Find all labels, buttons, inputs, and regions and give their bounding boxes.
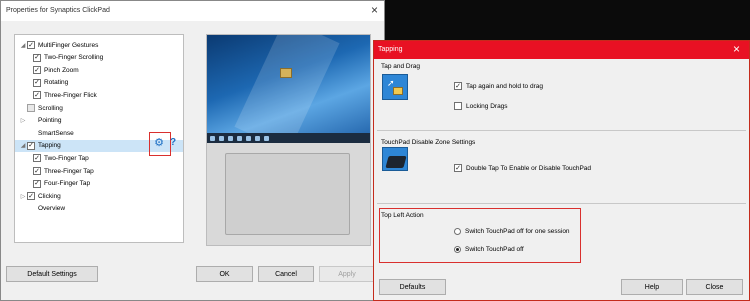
disable-zone-heading: TouchPad Disable Zone Settings xyxy=(381,139,476,146)
tree-item[interactable]: ✓ Pinch Zoom xyxy=(15,64,79,76)
apply-button[interactable]: Apply xyxy=(319,266,375,282)
switch-off-session-radio[interactable] xyxy=(454,228,461,235)
folder-icon xyxy=(280,68,292,78)
synaptics-properties-dialog: Properties for Synaptics ClickPad × ◢ ✓ Mu… xyxy=(0,0,385,301)
locking-drags-option[interactable]: Locking Drags xyxy=(454,102,508,110)
tree-item-label: Four-Finger Tap xyxy=(44,180,91,188)
divider xyxy=(377,130,746,131)
tree-item[interactable]: ✓ Two-Finger Tap xyxy=(15,152,89,164)
tree-item-checkbox[interactable] xyxy=(27,104,35,112)
tree-item-label: Rotating xyxy=(44,79,69,87)
switch-off-option[interactable]: Switch TouchPad off xyxy=(454,246,524,253)
touchpad-preview xyxy=(206,34,371,246)
dialog-title-bar: Properties for Synaptics ClickPad × xyxy=(1,1,384,21)
tree-item[interactable]: ✓ Four-Finger Tap xyxy=(15,178,90,190)
help-icon[interactable]: ? xyxy=(170,137,180,149)
tree-item-label: Pointing xyxy=(38,117,62,125)
tap-and-drag-heading: Tap and Drag xyxy=(381,63,421,70)
defaults-button[interactable]: Defaults xyxy=(379,279,446,295)
tree-item-label: Pinch Zoom xyxy=(44,66,79,74)
tree-item-checkbox[interactable]: ✓ xyxy=(33,167,41,175)
close-icon[interactable]: × xyxy=(733,42,740,56)
tree-item-checkbox[interactable]: ✓ xyxy=(27,141,35,150)
tap-hold-drag-label: Tap again and hold to drag xyxy=(466,82,543,90)
tap-hold-drag-option[interactable]: ✓ Tap again and hold to drag xyxy=(454,82,543,90)
dialog-title: Properties for Synaptics ClickPad xyxy=(6,7,110,14)
tree-item-checkbox[interactable]: ✓ xyxy=(33,179,41,188)
tap-drag-illustration: ➚ xyxy=(382,74,408,100)
close-button[interactable]: Close xyxy=(686,279,743,295)
gear-icon[interactable]: ⚙ xyxy=(153,137,165,149)
double-tap-checkbox[interactable]: ✓ xyxy=(454,164,462,172)
tapping-title: Tapping xyxy=(378,46,403,53)
touchpad-illustration xyxy=(382,147,408,171)
tree-item[interactable]: Scrolling xyxy=(15,102,63,114)
tree-item-label: Overview xyxy=(38,205,66,213)
touchpad-surface-image xyxy=(225,153,350,235)
expand-arrow-icon[interactable]: ▷ xyxy=(19,117,27,124)
locking-drags-label: Locking Drags xyxy=(466,102,508,110)
tree-item[interactable]: ✓ Three-Finger Flick xyxy=(15,89,97,101)
tree-item-label: Scrolling xyxy=(38,104,63,112)
tree-item-label: Three-Finger Flick xyxy=(44,91,97,99)
tree-item-checkbox[interactable]: ✓ xyxy=(27,41,35,49)
switch-off-session-option[interactable]: Switch TouchPad off for one session xyxy=(454,228,570,235)
tree-item[interactable]: ▷ ✓ Clicking xyxy=(15,190,61,202)
switch-off-radio[interactable] xyxy=(454,246,461,253)
tree-item-checkbox[interactable]: ✓ xyxy=(33,78,41,87)
tree-item-label: MultiFinger Gestures xyxy=(38,41,99,49)
switch-off-label: Switch TouchPad off xyxy=(465,246,524,253)
double-tap-option[interactable]: ✓ Double Tap To Enable or Disable TouchP… xyxy=(454,164,591,172)
tree-item-label: Two-Finger Tap xyxy=(44,154,89,162)
tree-item-label: SmartSense xyxy=(38,129,74,137)
tree-item-checkbox[interactable]: ✓ xyxy=(33,66,41,75)
tree-item-label: Two-Finger Scrolling xyxy=(44,54,104,62)
tree-item-checkbox[interactable]: ✓ xyxy=(33,91,41,100)
tree-item-label: Clicking xyxy=(38,192,61,200)
tree-item-checkbox[interactable]: ✓ xyxy=(27,192,35,201)
tree-item[interactable]: ✓ Two-Finger Scrolling xyxy=(15,52,103,64)
tree-item-checkbox[interactable]: ✓ xyxy=(33,154,41,163)
tree-item[interactable]: ✓ Three-Finger Tap xyxy=(15,165,94,177)
tree-item[interactable]: Overview xyxy=(15,203,65,215)
tree-item[interactable]: ▷ Pointing xyxy=(15,115,62,127)
desktop-preview-image xyxy=(207,35,370,143)
top-left-action-heading: Top Left Action xyxy=(381,212,424,219)
tree-item[interactable]: ✓ Rotating xyxy=(15,77,68,89)
tree-item-label: Tapping xyxy=(38,142,61,150)
double-tap-label: Double Tap To Enable or Disable TouchPad xyxy=(466,164,592,172)
locking-drags-checkbox[interactable] xyxy=(454,102,462,110)
divider xyxy=(377,203,746,204)
tree-item[interactable]: ◢ ✓ MultiFinger Gestures xyxy=(15,39,98,51)
tapping-title-bar: Tapping × xyxy=(374,41,749,59)
help-button[interactable]: Help xyxy=(621,279,683,295)
tapping-dialog: Tapping × Tap and Drag ➚ ✓ Tap again and… xyxy=(373,40,750,301)
taskbar-preview xyxy=(207,133,370,143)
switch-off-session-label: Switch TouchPad off for one session xyxy=(465,228,570,235)
ok-button[interactable]: OK xyxy=(196,266,253,282)
tree-item[interactable]: SmartSense xyxy=(15,127,74,139)
expand-arrow-icon[interactable]: ◢ xyxy=(19,42,27,49)
tree-item-label: Three-Finger Tap xyxy=(44,167,94,175)
cancel-button[interactable]: Cancel xyxy=(258,266,314,282)
tree-item-checkbox[interactable]: ✓ xyxy=(33,53,41,62)
default-settings-button[interactable]: Default Settings xyxy=(6,266,98,282)
tap-hold-drag-checkbox[interactable]: ✓ xyxy=(454,82,462,90)
expand-arrow-icon[interactable]: ◢ xyxy=(19,142,27,149)
expand-arrow-icon[interactable]: ▷ xyxy=(19,193,27,200)
close-icon[interactable]: × xyxy=(371,3,378,17)
